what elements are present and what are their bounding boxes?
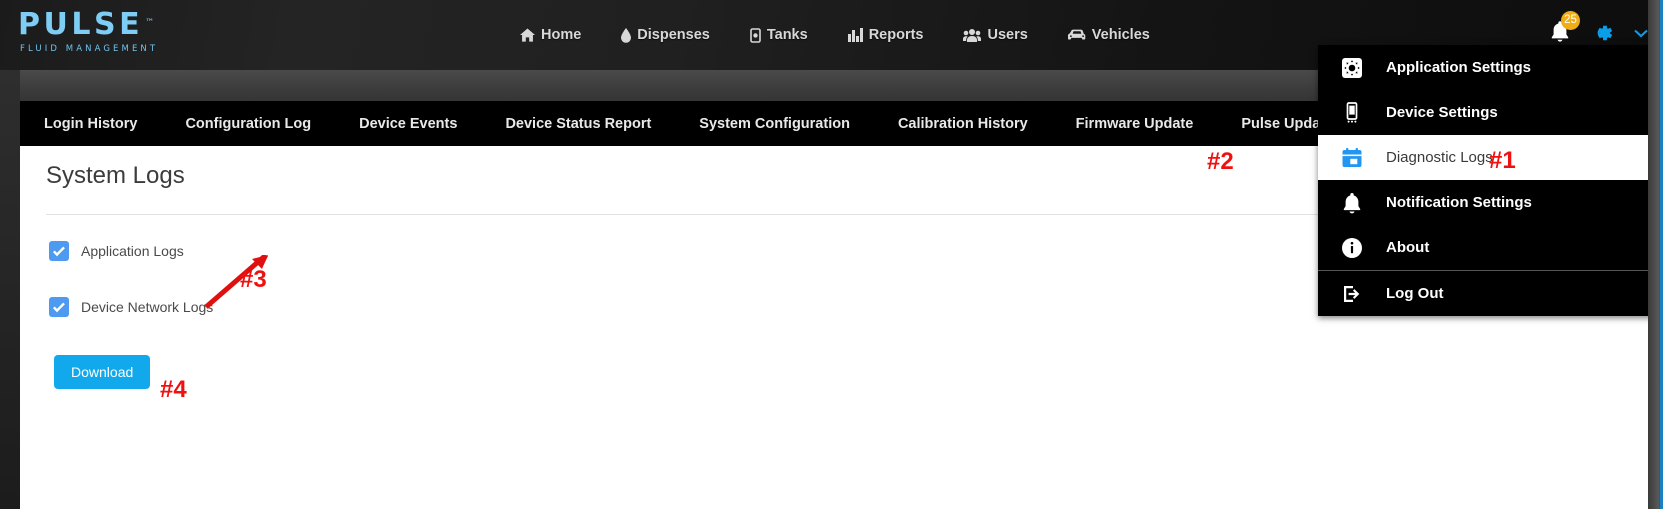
- settings-dropdown-menu: Application Settings Device Settings Dia…: [1318, 45, 1660, 316]
- nav-item-tanks[interactable]: Tanks: [750, 27, 808, 43]
- logout-arrow-icon: [1338, 280, 1366, 308]
- annotation-4: #4: [160, 376, 187, 404]
- download-button[interactable]: Download: [54, 355, 150, 389]
- nav-item-dispenses[interactable]: Dispenses: [621, 27, 710, 43]
- tab-label: Login History: [44, 116, 137, 132]
- checkbox-label-device-network-logs: Device Network Logs: [81, 299, 213, 315]
- nav-label-reports: Reports: [869, 27, 924, 43]
- tab-calibration-history[interactable]: Calibration History: [874, 101, 1052, 146]
- droplet-icon: [621, 28, 631, 43]
- calendar-icon: [1338, 144, 1366, 172]
- checkbox-application-logs[interactable]: [49, 241, 69, 261]
- gear-icon: [1589, 20, 1615, 46]
- menu-item-device-settings[interactable]: Device Settings: [1318, 90, 1660, 135]
- tab-system-configuration[interactable]: System Configuration: [675, 101, 874, 146]
- nav-label-tanks: Tanks: [767, 27, 808, 43]
- tab-label: System Configuration: [699, 116, 850, 132]
- brand-name: PULSE: [18, 7, 143, 42]
- brand-tagline: FLUID MANAGEMENT: [20, 44, 178, 54]
- annotation-1: #1: [1489, 147, 1516, 175]
- menu-label-notification-settings: Notification Settings: [1386, 194, 1532, 211]
- users-icon: [963, 28, 981, 42]
- notification-badge: 25: [1561, 11, 1580, 30]
- tab-label: Calibration History: [898, 116, 1028, 132]
- tab-firmware-update[interactable]: Firmware Update: [1052, 101, 1218, 146]
- info-circle-icon: [1338, 234, 1366, 262]
- page-title: System Logs: [46, 162, 185, 190]
- menu-label-device-settings: Device Settings: [1386, 104, 1498, 121]
- nav-item-home[interactable]: Home: [520, 27, 581, 43]
- settings-gear-button[interactable]: [1589, 20, 1615, 46]
- gear-square-icon: [1338, 54, 1366, 82]
- menu-label-application-settings: Application Settings: [1386, 59, 1531, 76]
- menu-item-application-settings[interactable]: Application Settings: [1318, 45, 1660, 90]
- menu-label-about: About: [1386, 239, 1429, 256]
- nav-label-vehicles: Vehicles: [1092, 27, 1150, 43]
- menu-item-about[interactable]: About: [1318, 225, 1660, 270]
- menu-item-log-out[interactable]: Log Out: [1318, 271, 1660, 316]
- home-icon: [520, 28, 535, 42]
- left-rail: [0, 70, 20, 509]
- menu-label-diagnostic-logs: Diagnostic Logs: [1386, 149, 1493, 166]
- nav-item-reports[interactable]: Reports: [848, 27, 924, 43]
- main-navigation: Home Dispenses Tanks Reports Users: [520, 22, 1150, 48]
- annotation-3: #3: [240, 266, 267, 294]
- checkbox-device-network-logs[interactable]: [49, 297, 69, 317]
- nav-label-users: Users: [987, 27, 1027, 43]
- tab-label: Firmware Update: [1076, 116, 1194, 132]
- tab-configuration-log[interactable]: Configuration Log: [161, 101, 335, 146]
- check-icon: [52, 245, 66, 257]
- brand-logo-text: PULSE™: [18, 10, 143, 40]
- mobile-device-icon: [1338, 99, 1366, 127]
- notifications-button[interactable]: 25: [1549, 20, 1573, 46]
- car-icon: [1068, 29, 1086, 41]
- checkbox-row-application-logs[interactable]: Application Logs: [49, 241, 184, 261]
- annotation-2: #2: [1207, 148, 1234, 176]
- tab-label: Device Status Report: [505, 116, 651, 132]
- tab-device-events[interactable]: Device Events: [335, 101, 481, 146]
- nav-label-home: Home: [541, 27, 581, 43]
- checkbox-row-device-network-logs[interactable]: Device Network Logs: [49, 297, 213, 317]
- brand-logo[interactable]: PULSE™ FLUID MANAGEMENT: [18, 10, 178, 60]
- tab-label: Device Events: [359, 116, 457, 132]
- brand-trademark: ™: [145, 8, 154, 38]
- bell-icon: [1338, 189, 1366, 217]
- check-icon: [52, 301, 66, 313]
- nav-label-dispenses: Dispenses: [637, 27, 710, 43]
- menu-label-log-out: Log Out: [1386, 285, 1443, 302]
- tab-login-history[interactable]: Login History: [20, 101, 161, 146]
- bar-chart-icon: [848, 28, 863, 42]
- tank-icon: [750, 28, 761, 43]
- nav-item-vehicles[interactable]: Vehicles: [1068, 27, 1150, 43]
- nav-item-users[interactable]: Users: [963, 27, 1027, 43]
- checkbox-label-application-logs: Application Logs: [81, 243, 184, 259]
- tab-label: Configuration Log: [185, 116, 311, 132]
- tab-device-status-report[interactable]: Device Status Report: [481, 101, 675, 146]
- menu-item-notification-settings[interactable]: Notification Settings: [1318, 180, 1660, 225]
